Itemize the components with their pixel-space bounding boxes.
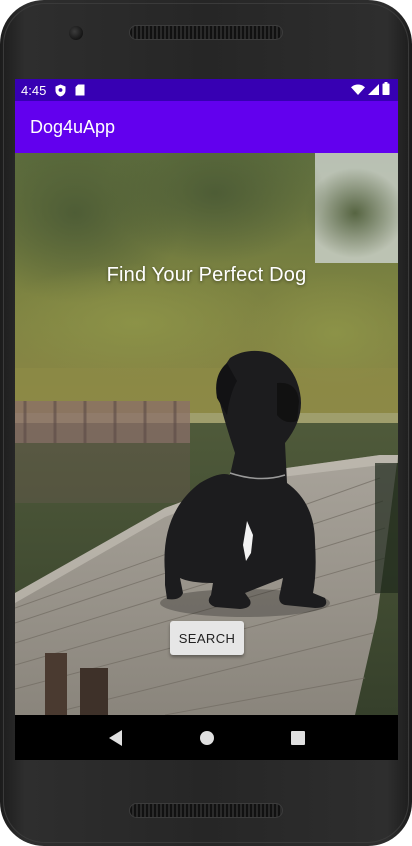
- status-time: 4:45: [21, 82, 47, 98]
- status-icons: [351, 82, 390, 98]
- sd-card-icon: [75, 84, 85, 96]
- earpiece-speaker: [129, 25, 283, 40]
- app-title: Dog4uApp: [30, 116, 116, 137]
- back-icon[interactable]: [104, 726, 128, 750]
- home-icon[interactable]: [195, 726, 219, 750]
- headline: Find Your Perfect Dog: [106, 264, 307, 286]
- cell-signal-icon: [368, 83, 379, 98]
- app-bar: Dog4uApp: [15, 101, 398, 153]
- screen: 4:45 Dog4uApp Find Your Perfect Dog SEAR…: [15, 79, 398, 760]
- navigation-bar: [15, 715, 398, 760]
- bottom-speaker: [129, 803, 283, 818]
- status-bar: 4:45: [15, 79, 398, 101]
- wifi-icon: [351, 83, 365, 98]
- battery-icon: [382, 82, 390, 98]
- recents-icon[interactable]: [286, 726, 310, 750]
- phone-frame: 4:45 Dog4uApp Find Your Perfect Dog SEAR…: [0, 0, 412, 846]
- main-content: Find Your Perfect Dog SEARCH: [15, 153, 398, 715]
- front-camera: [69, 26, 83, 40]
- shield-icon: [55, 84, 66, 97]
- search-button[interactable]: SEARCH: [170, 621, 244, 655]
